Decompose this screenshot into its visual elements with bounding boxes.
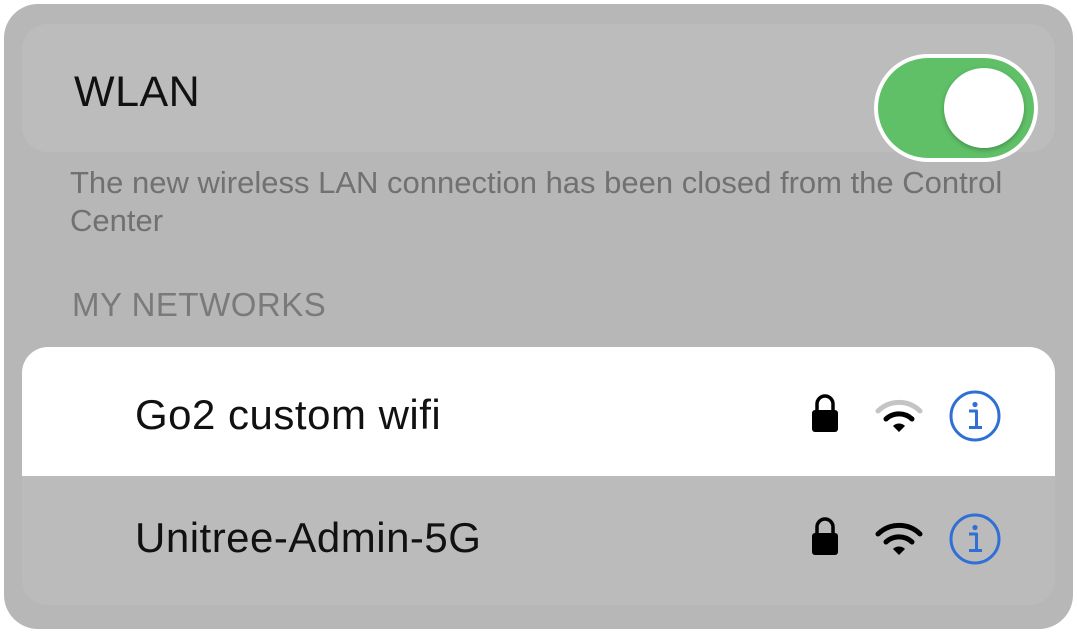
network-name: Unitree-Admin-5G: [135, 514, 482, 561]
wlan-status-note: The new wireless LAN connection has been…: [70, 165, 1003, 238]
network-row-unitree-admin-5g[interactable]: Unitree-Admin-5G: [22, 476, 1055, 605]
info-icon[interactable]: [948, 389, 1002, 443]
wifi-icon: [875, 399, 923, 432]
info-icon[interactable]: [948, 512, 1002, 566]
wlan-settings-panel: WLAN The new wireless LAN connection has…: [4, 4, 1073, 629]
wlan-toggle-switch[interactable]: [878, 58, 1034, 158]
lock-icon: [812, 394, 838, 432]
wlan-toggle-card: WLAN: [22, 24, 1055, 158]
lock-icon: [812, 517, 838, 555]
network-row-go2-custom-wifi[interactable]: Go2 custom wifi: [22, 347, 1055, 476]
wlan-label: WLAN: [74, 68, 201, 116]
network-name: Go2 custom wifi: [135, 391, 442, 438]
toggle-knob: [944, 68, 1024, 148]
my-networks-list: Go2 custom wifi Unitree-Admin-5G: [22, 347, 1055, 605]
my-networks-header: MY NETWORKS: [72, 286, 327, 323]
wifi-icon: [875, 522, 923, 555]
